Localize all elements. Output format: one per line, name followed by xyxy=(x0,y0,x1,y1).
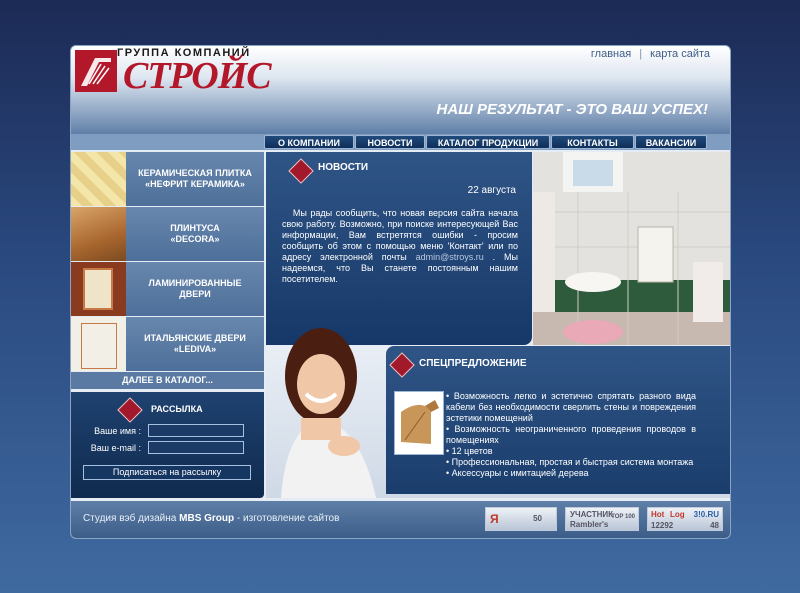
email-label: Ваш e-mail : xyxy=(90,443,141,453)
rambler-top100-counter[interactable]: УЧАСТНИК Rambler's TOP 100 xyxy=(565,507,639,531)
news-box-icon xyxy=(288,158,314,184)
offer-item: • Возможность неограниченного проведения… xyxy=(446,424,696,445)
special-offer-list: • Возможность легко и эстетично спрятать… xyxy=(446,391,696,479)
newsletter-box-icon xyxy=(117,397,143,423)
name-input[interactable] xyxy=(148,424,244,437)
nav-news[interactable]: НОВОСТИ xyxy=(355,135,425,149)
news-body: Мы рады сообщить, что новая версия сайта… xyxy=(282,208,519,284)
special-offer-section: СПЕЦПРЕДЛОЖЕНИЕ • Возможность легко и эс… xyxy=(266,328,730,498)
catalog-more-link[interactable]: ДАЛЕЕ В КАТАЛОГ... xyxy=(71,372,264,389)
italian-door-thumbnail xyxy=(71,317,126,371)
woman-photo xyxy=(281,328,376,498)
top-links: главная | карта сайта xyxy=(591,48,710,60)
footer: Студия вэб дизайна MBS Group - изготовле… xyxy=(71,501,730,538)
sidebar-item-italian-doors[interactable]: ИТАЛЬЯНСКИЕ ДВЕРИ «LEDIVA» xyxy=(71,317,264,371)
studio-link[interactable]: MBS Group xyxy=(179,513,234,524)
special-offer-title: СПЕЦПРЕДЛОЖЕНИЕ xyxy=(419,358,527,369)
offer-item: • Возможность легко и эстетично спрятать… xyxy=(446,391,696,423)
sidebar-item-label: ИТАЛЬЯНСКИЕ ДВЕРИ «LEDIVA» xyxy=(144,333,246,354)
name-label: Ваше имя : xyxy=(94,426,141,436)
news-title: НОВОСТИ xyxy=(318,162,369,173)
news-panel: НОВОСТИ 22 августа Мы рады сообщить, что… xyxy=(266,152,532,345)
footer-credit: Студия вэб дизайна MBS Group - изготовле… xyxy=(83,513,340,524)
nav-about[interactable]: О КОМПАНИИ xyxy=(264,135,354,149)
page-frame: ГРУППА КОМПАНИЙ СТРОЙС главная | карта сай… xyxy=(70,45,731,539)
nav-catalog[interactable]: КАТАЛОГ ПРОДУКЦИИ xyxy=(426,135,550,149)
news-date: 22 августа xyxy=(467,185,516,196)
email-input[interactable] xyxy=(148,441,244,454)
sidebar-item-label: ПЛИНТУСА «DECORA» xyxy=(170,223,220,244)
offer-item: • Аксессуары с имитацией дерева xyxy=(446,468,589,478)
subscribe-button[interactable]: Подписаться на рассылку xyxy=(83,465,251,480)
nav-vacancies[interactable]: ВАКАНСИИ xyxy=(635,135,707,149)
nav-contacts[interactable]: КОНТАКТЫ xyxy=(551,135,634,149)
header: ГРУППА КОМПАНИЙ СТРОЙС главная | карта сай… xyxy=(71,46,730,134)
newsletter-title: РАССЫЛКА xyxy=(151,404,203,414)
main-nav: О КОМПАНИИ НОВОСТИ КАТАЛОГ ПРОДУКЦИИ КОН… xyxy=(71,134,730,150)
logo-mark-icon[interactable] xyxy=(75,50,117,92)
ceramic-tile-thumbnail xyxy=(71,152,126,206)
sitemap-link[interactable]: карта сайта xyxy=(650,48,710,60)
yandex-counter[interactable]: Я 50 xyxy=(485,507,557,531)
sidebar-item-label: КЕРАМИЧЕСКАЯ ПЛИТКА «НЕФРИТ КЕРАМИКА» xyxy=(138,168,252,189)
bathroom-photo xyxy=(533,152,730,345)
sidebar-item-label: ЛАМИНИРОВАННЫЕ ДВЕРИ xyxy=(148,278,242,299)
sidebar-item-ceramic-tile[interactable]: КЕРАМИЧЕСКАЯ ПЛИТКА «НЕФРИТ КЕРАМИКА» xyxy=(71,152,264,206)
home-link[interactable]: главная xyxy=(591,48,631,60)
newsletter-panel: РАССЫЛКА Ваше имя : Ваш e-mail : Подписа… xyxy=(71,392,264,498)
sidebar-item-laminated-doors[interactable]: ЛАМИНИРОВАННЫЕ ДВЕРИ xyxy=(71,262,264,316)
sidebar-item-skirting[interactable]: ПЛИНТУСА «DECORA» xyxy=(71,207,264,261)
hotlog-counter[interactable]: Hot Log 3!0.RU 12292 48 xyxy=(647,507,723,531)
email-link[interactable]: admin@stroys.ru xyxy=(416,252,484,262)
slogan: НАШ РЕЗУЛЬТАТ - ЭТО ВАШ УСПЕХ! xyxy=(436,101,709,118)
offer-item: • 12 цветов xyxy=(446,446,493,456)
offer-item: • Профессиональная, простая и быстрая си… xyxy=(446,457,694,467)
door-thumbnail xyxy=(71,262,126,316)
link-separator: | xyxy=(639,48,643,60)
skirting-product-image xyxy=(394,391,444,455)
logo-text[interactable]: СТРОЙС xyxy=(123,54,272,98)
skirting-thumbnail xyxy=(71,207,126,261)
bathroom-illustration xyxy=(533,152,730,345)
